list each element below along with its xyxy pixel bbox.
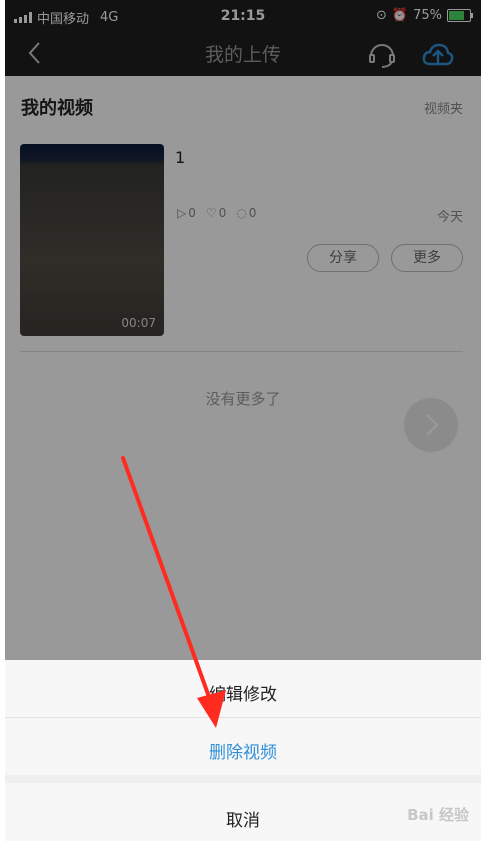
screen: 中国移动 4G 21:15 ⊙ ⏰ 75% 我的上传 我的视频 视频夹 00:0… — [5, 0, 481, 841]
sheet-gap — [5, 775, 481, 783]
watermark: Bai 经验 — [407, 806, 469, 824]
sheet-separator — [5, 717, 481, 718]
dim-overlay[interactable] — [5, 0, 481, 660]
delete-video-button[interactable]: 删除视频 — [5, 738, 481, 763]
edit-button[interactable]: 编辑修改 — [5, 680, 481, 705]
